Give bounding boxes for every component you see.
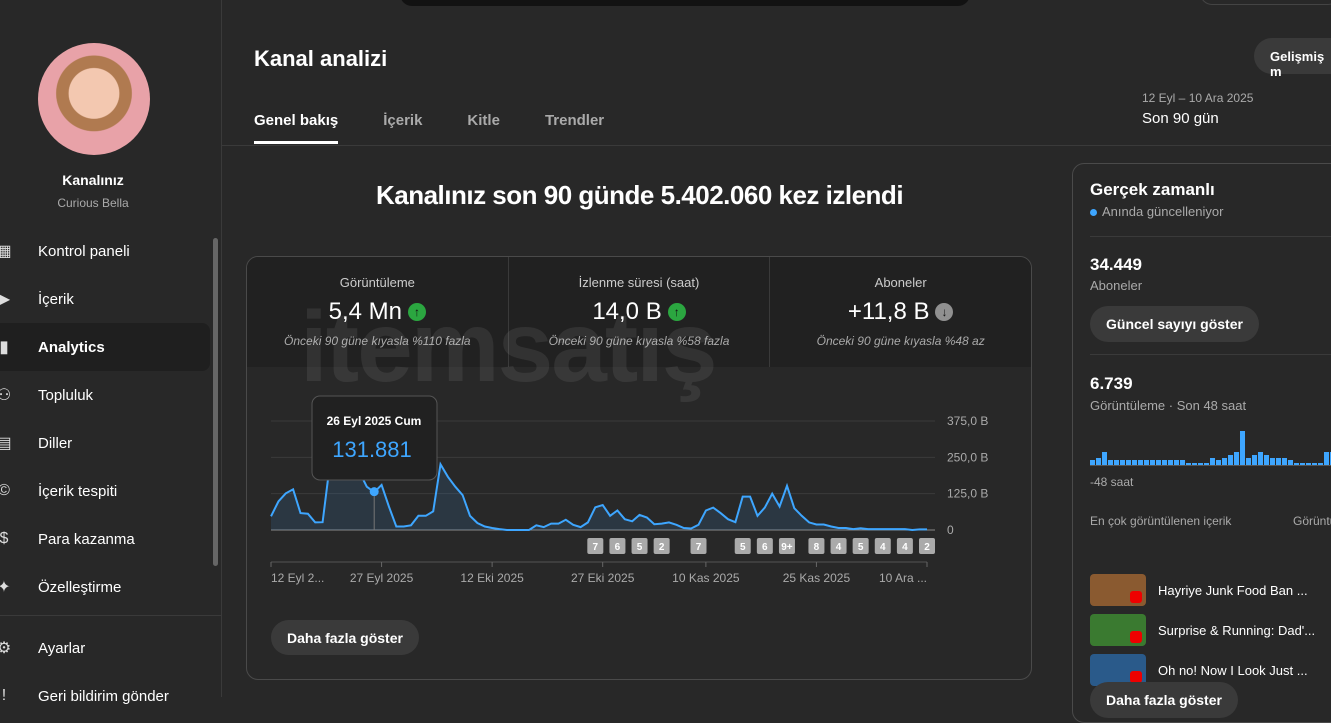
realtime-bar-chart <box>1090 426 1331 466</box>
live-status: Anında güncelleniyor <box>1090 204 1223 219</box>
realtime-bar <box>1246 457 1251 465</box>
subscriber-label: Aboneler <box>1090 278 1143 293</box>
realtime-bar <box>1222 457 1227 465</box>
realtime-bar <box>1150 460 1155 465</box>
realtime-bar <box>1090 460 1095 465</box>
subscriber-count: 34.449 <box>1090 255 1142 274</box>
bar-axis-label: -48 saat <box>1090 475 1134 489</box>
realtime-bar <box>1174 460 1179 465</box>
realtime-bar <box>1126 460 1131 465</box>
x-tick-label: 25 Kas 2025 <box>783 571 851 585</box>
show-more-button[interactable]: Daha fazla göster <box>271 620 419 655</box>
realtime-bar <box>1102 452 1107 465</box>
realtime-bar <box>1210 457 1215 465</box>
x-tick-label: 27 Eki 2025 <box>571 571 635 585</box>
realtime-bar <box>1312 463 1317 465</box>
top-content-label: En çok görüntülenen içerik <box>1090 514 1232 528</box>
realtime-bar <box>1204 463 1209 465</box>
upload-badge-count: 5 <box>858 542 864 553</box>
realtime-bar <box>1096 457 1101 465</box>
divider <box>1090 236 1331 237</box>
realtime-bar <box>1216 460 1221 465</box>
show-live-count-button[interactable]: Güncel sayıyı göster <box>1090 306 1259 342</box>
upload-badge-count: 5 <box>637 542 643 553</box>
realtime-bar <box>1276 457 1281 465</box>
top-content-item[interactable]: Surprise & Running: Dad'... <box>1090 614 1315 646</box>
x-tick-label: 12 Eki 2025 <box>460 571 524 585</box>
video-thumbnail <box>1090 614 1146 646</box>
top-content-column: Görüntüleme <box>1293 514 1331 528</box>
realtime-panel: Gerçek zamanlı Anında güncelleniyor 34.4… <box>1072 163 1331 723</box>
upload-badge-count: 2 <box>659 542 665 553</box>
realtime-bar <box>1114 460 1119 465</box>
shorts-icon <box>1130 591 1142 603</box>
video-thumbnail <box>1090 574 1146 606</box>
realtime-bar <box>1324 452 1329 465</box>
x-tick-label: 10 Ara ... <box>879 571 927 585</box>
tooltip-date: 26 Eyl 2025 Cum <box>327 414 422 428</box>
realtime-bar <box>1156 460 1161 465</box>
realtime-bar <box>1192 463 1197 465</box>
top-content-item[interactable]: Hayriye Junk Food Ban ... <box>1090 574 1308 606</box>
upload-badge-count: 4 <box>836 542 842 553</box>
realtime-bar <box>1252 455 1257 465</box>
video-title: Oh no! Now I Look Just ... <box>1158 662 1308 678</box>
upload-badge-count: 5 <box>740 542 746 553</box>
realtime-bar <box>1168 460 1173 465</box>
realtime-bar <box>1240 431 1245 465</box>
realtime-bar <box>1186 463 1191 465</box>
realtime-bar <box>1138 460 1143 465</box>
y-tick-label: 250,0 B <box>947 450 988 464</box>
y-tick-label: 125,0 B <box>947 487 988 501</box>
realtime-title: Gerçek zamanlı <box>1090 180 1215 199</box>
realtime-bar <box>1234 452 1239 465</box>
realtime-bar <box>1318 463 1323 465</box>
upload-badge-count: 7 <box>696 542 702 553</box>
realtime-views-label: Görüntüleme · Son 48 saat <box>1090 398 1247 413</box>
video-title: Surprise & Running: Dad'... <box>1158 622 1316 638</box>
upload-badge-count: 6 <box>762 542 768 553</box>
tooltip-value: 131.881 <box>332 437 412 462</box>
video-title: Hayriye Junk Food Ban ... <box>1158 582 1308 598</box>
upload-badge-count: 4 <box>880 542 886 553</box>
upload-badge-count: 4 <box>902 542 908 553</box>
realtime-bar <box>1108 460 1113 465</box>
live-dot-icon <box>1090 209 1097 216</box>
realtime-bar <box>1288 460 1293 465</box>
realtime-views: 6.739 <box>1090 374 1133 393</box>
live-text: Anında güncelleniyor <box>1102 204 1224 219</box>
realtime-bar <box>1162 460 1167 465</box>
x-tick-label: 12 Eyl 2... <box>271 571 324 585</box>
upload-badge-count: 6 <box>615 542 621 553</box>
divider <box>1090 354 1331 355</box>
hover-point <box>369 487 379 497</box>
y-tick-label: 0 <box>947 523 954 537</box>
x-tick-label: 10 Kas 2025 <box>672 571 740 585</box>
realtime-bar <box>1258 452 1263 465</box>
realtime-bar <box>1306 463 1311 465</box>
realtime-bar <box>1180 460 1185 465</box>
y-tick-label: 375,0 B <box>947 414 988 428</box>
realtime-bar <box>1132 460 1137 465</box>
realtime-bar <box>1282 457 1287 465</box>
realtime-bar <box>1120 460 1125 465</box>
realtime-bar <box>1264 455 1269 465</box>
realtime-bar <box>1300 463 1305 465</box>
upload-badge-count: 8 <box>814 542 820 553</box>
upload-badge-count: 7 <box>593 542 599 553</box>
realtime-bar <box>1294 463 1299 465</box>
realtime-bar <box>1270 457 1275 465</box>
realtime-bar <box>1228 455 1233 465</box>
shorts-icon <box>1130 631 1142 643</box>
realtime-more-button[interactable]: Daha fazla göster <box>1090 682 1238 718</box>
realtime-bar <box>1144 460 1149 465</box>
realtime-bar <box>1198 463 1203 465</box>
x-tick-label: 27 Eyl 2025 <box>350 571 414 585</box>
upload-badge-count: 2 <box>924 542 930 553</box>
upload-badge-count: 9+ <box>781 542 793 553</box>
